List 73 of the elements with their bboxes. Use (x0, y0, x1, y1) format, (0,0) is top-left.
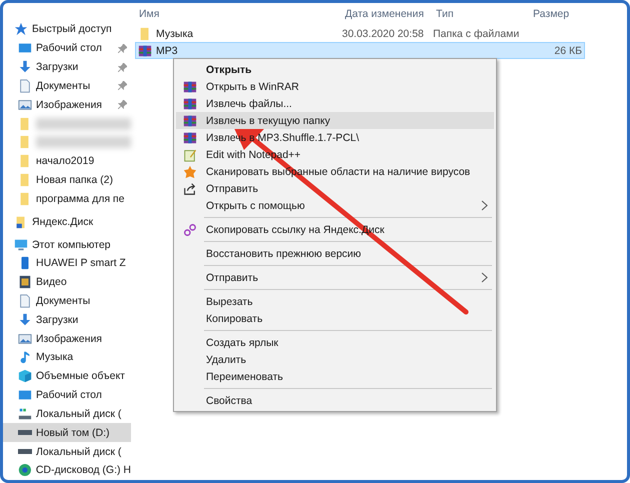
download-icon (18, 312, 32, 327)
sidebar-item[interactable]: Новая папка (2) (3, 170, 131, 190)
archive-icon (183, 96, 197, 110)
document-icon (18, 78, 32, 93)
menu-item[interactable]: Свойства (176, 392, 494, 409)
sidebar-item[interactable]: HUAWEI P smart Z (3, 254, 131, 273)
document-icon (18, 294, 32, 308)
menu-item[interactable]: Копировать (176, 310, 494, 327)
sidebar-item[interactable]: Объемные объект (3, 366, 131, 386)
sidebar-item[interactable]: Документы (3, 76, 131, 96)
sidebar-item[interactable]: CD-дисковод (G:) H (3, 461, 131, 480)
archive-icon (138, 44, 152, 58)
sidebar-item[interactable]: Локальный диск ( (3, 442, 131, 462)
column-header[interactable]: Дата изменения (341, 8, 432, 20)
sidebar-item[interactable]: Рабочий стол (3, 38, 131, 58)
desktop-icon (18, 41, 32, 56)
sidebar-item[interactable]: Рабочий стол (3, 386, 131, 405)
file-row[interactable]: MP3 26 КБ (135, 42, 585, 59)
shield-icon (183, 164, 197, 178)
sidebar-item[interactable]: Изображения (3, 95, 131, 114)
music-icon (18, 350, 32, 364)
sidebar-item[interactable]: Изображения (3, 329, 131, 348)
desktop-icon (18, 388, 32, 402)
file-row[interactable]: Музыка 30.03.2020 20:58 Папка с файлами (135, 25, 585, 42)
sidebar-item[interactable]: Быстрый доступ (3, 20, 131, 39)
menu-item[interactable]: Отправить (176, 269, 494, 286)
sidebar-item[interactable]: Загрузки (3, 310, 131, 330)
menu-item[interactable]: Открыть в WinRAR (176, 78, 494, 95)
sidebar-item[interactable]: Этот компьютер (3, 235, 131, 254)
menu-item[interactable]: Открыть с помощью (176, 197, 494, 214)
menu-item[interactable]: Восстановить прежнюю версию (176, 245, 494, 262)
sidebar-item[interactable]: начало2019 (3, 152, 131, 171)
share-icon (183, 182, 197, 196)
sidebar-item[interactable]: Документы (3, 292, 131, 310)
menu-item[interactable]: Открыть (176, 61, 494, 78)
menu-item[interactable]: Извлечь в текущую папку (176, 112, 494, 129)
sidebar-item[interactable]: Новый том (D:) (3, 423, 131, 442)
sidebar-item[interactable]: программа для пе (3, 189, 131, 208)
menu-item[interactable]: Извлечь файлы... (176, 95, 494, 112)
size-cell-text: 26 КБ (553, 44, 582, 56)
menu-item[interactable]: Переименовать (176, 368, 494, 385)
menu-item[interactable]: Удалить (176, 351, 494, 368)
image-icon (18, 332, 32, 346)
film-icon (18, 275, 32, 290)
file-name: Музыка (156, 28, 194, 40)
sidebar-item[interactable]: Видео (3, 272, 131, 292)
menu-item[interactable]: Вырезать (176, 293, 494, 310)
star-icon (14, 22, 28, 36)
cube-icon (18, 369, 32, 384)
menu-item[interactable]: Отправить (176, 180, 494, 197)
column-header[interactable]: Имя (135, 8, 341, 20)
download-icon (18, 60, 32, 74)
sidebar-item[interactable]: Локальный диск ( (3, 404, 131, 424)
file-name: MP3 (156, 44, 178, 56)
link-icon (183, 222, 197, 236)
archive-icon (183, 80, 197, 94)
archive-icon (183, 114, 197, 128)
date-cell-text: 30.03.2020 20:58 (342, 28, 425, 40)
computer-icon (14, 238, 28, 252)
image-icon (18, 98, 32, 112)
sidebar-item[interactable]: Загрузки (3, 58, 131, 76)
drive-icon (18, 449, 32, 454)
drive-icon (18, 430, 32, 436)
type-cell-text: Папка с файлами (433, 28, 520, 40)
archive-icon (183, 130, 197, 144)
menu-item[interactable]: Создать ярлык (176, 334, 494, 351)
sidebar-item[interactable]: Музыка (3, 348, 131, 367)
disc-icon (18, 463, 32, 478)
column-header[interactable]: Размер (529, 8, 599, 20)
column-header[interactable]: Тип (432, 8, 529, 20)
sidebar-item[interactable]: Яндекс.Диск (3, 212, 131, 232)
drive-icon (18, 406, 32, 421)
notepad-icon (183, 148, 197, 162)
